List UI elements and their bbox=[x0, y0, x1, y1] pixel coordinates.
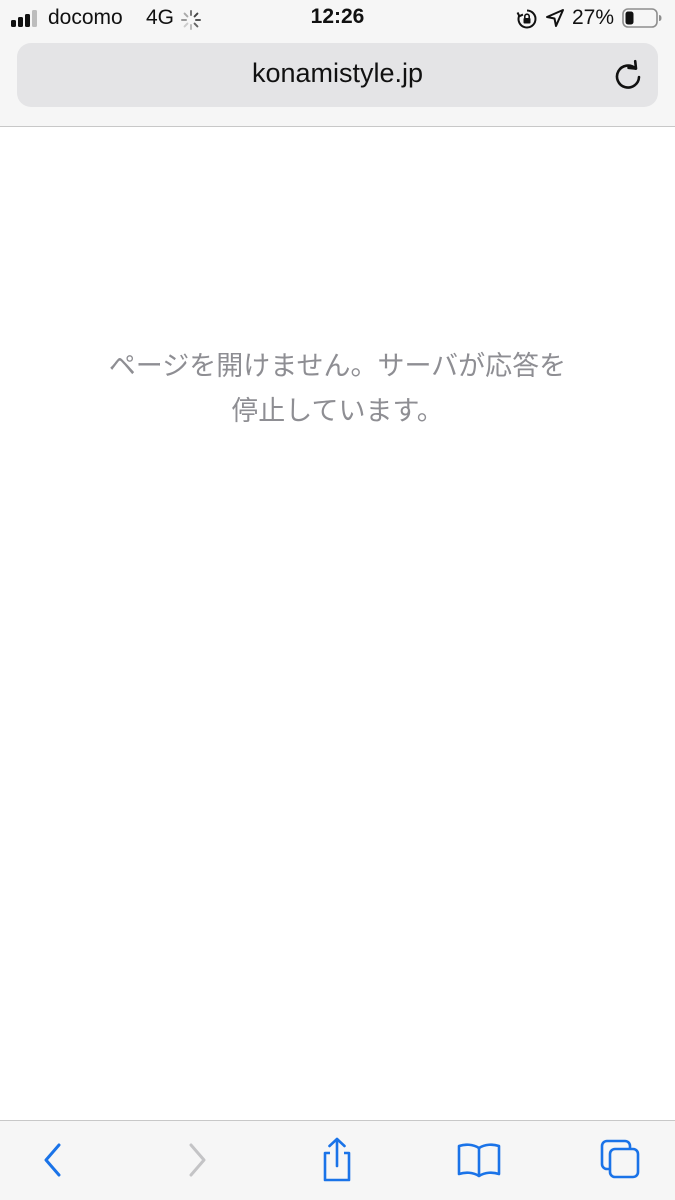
battery-percent: 27% bbox=[572, 6, 615, 29]
safari-screen: docomo 4G 12:26 27% konamistyle.jp ページを開… bbox=[0, 0, 675, 1200]
url-text[interactable]: konamistyle.jp bbox=[17, 58, 658, 89]
location-arrow-icon bbox=[546, 9, 564, 27]
address-toolbar: konamistyle.jp bbox=[0, 38, 675, 127]
tabs-icon[interactable] bbox=[599, 1138, 643, 1182]
share-button[interactable] bbox=[314, 1137, 360, 1183]
tabs-button[interactable] bbox=[598, 1137, 644, 1183]
bottom-toolbar bbox=[0, 1120, 675, 1200]
reload-icon[interactable] bbox=[611, 58, 645, 92]
orientation-lock-icon bbox=[516, 9, 537, 29]
error-line-1: ページを開けません。サーバが応答を bbox=[108, 351, 567, 381]
back-button[interactable] bbox=[30, 1137, 76, 1183]
status-bar: docomo 4G 12:26 27% bbox=[0, 0, 675, 38]
bookmarks-button[interactable] bbox=[456, 1137, 502, 1183]
error-line-2: 停止しています。 bbox=[231, 396, 444, 426]
share-icon[interactable] bbox=[317, 1136, 357, 1184]
battery-icon bbox=[622, 8, 662, 28]
bookmarks-icon[interactable] bbox=[456, 1140, 502, 1180]
forward-button[interactable] bbox=[174, 1137, 220, 1183]
address-field[interactable]: konamistyle.jp bbox=[17, 43, 658, 107]
error-message: ページを開けません。サーバが応答を 停止しています。 bbox=[60, 344, 615, 434]
forward-icon[interactable] bbox=[182, 1140, 212, 1180]
back-icon[interactable] bbox=[38, 1140, 68, 1180]
